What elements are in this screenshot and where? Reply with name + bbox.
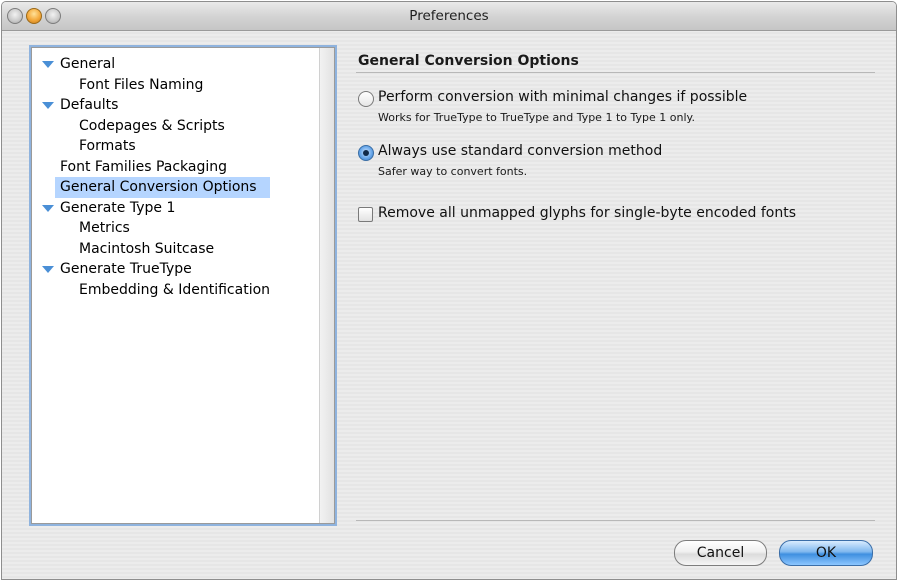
preferences-window: Preferences General Font Files Naming De… xyxy=(1,1,897,580)
sidebar-item-general[interactable]: General xyxy=(32,54,320,75)
sidebar-item-defaults[interactable]: Defaults xyxy=(32,95,320,116)
minimal-changes-label[interactable]: Perform conversion with minimal changes … xyxy=(378,89,747,105)
sidebar-item-generate-truetype[interactable]: Generate TrueType xyxy=(32,259,320,280)
preferences-outline[interactable]: General Font Files Naming Defaults Codep… xyxy=(31,47,335,524)
sidebar-item-label: Macintosh Suitcase xyxy=(79,240,215,257)
disclosure-triangle-icon[interactable] xyxy=(42,266,54,273)
minimal-changes-radio[interactable] xyxy=(358,91,374,107)
section-divider xyxy=(356,72,875,73)
standard-method-radio[interactable] xyxy=(358,145,374,161)
outline-tree: General Font Files Naming Defaults Codep… xyxy=(32,54,320,300)
sidebar-item-label: Generate TrueType xyxy=(60,261,192,277)
sidebar-item-label: General Conversion Options xyxy=(60,179,257,195)
title-bar[interactable]: Preferences xyxy=(2,2,896,31)
sidebar-item-formats[interactable]: Formats xyxy=(32,136,320,157)
sidebar-item-generate-type-1[interactable]: Generate Type 1 xyxy=(32,198,320,219)
sidebar-item-label: General xyxy=(60,56,116,72)
sidebar-item-label: Embedding & Identification xyxy=(79,281,271,298)
sidebar-item-label: Defaults xyxy=(60,97,119,113)
section-title: General Conversion Options xyxy=(358,53,579,69)
sidebar-item-metrics[interactable]: Metrics xyxy=(32,218,320,239)
footer-divider xyxy=(356,520,875,521)
sidebar-item-macintosh-suitcase[interactable]: Macintosh Suitcase xyxy=(32,239,320,260)
sidebar-item-general-conversion-options[interactable]: General Conversion Options xyxy=(55,177,270,198)
sidebar-item-label: Generate Type 1 xyxy=(60,199,176,216)
standard-method-label[interactable]: Always use standard conversion method xyxy=(378,143,662,159)
cancel-button[interactable]: Cancel xyxy=(674,540,767,566)
sidebar-item-label: Font Families Packaging xyxy=(60,158,228,175)
sidebar-item-codepages-scripts[interactable]: Codepages & Scripts xyxy=(32,116,320,137)
disclosure-triangle-icon[interactable] xyxy=(42,61,54,68)
disclosure-triangle-icon[interactable] xyxy=(42,102,54,109)
sidebar-item-label: Codepages & Scripts xyxy=(79,117,225,134)
sidebar-item-label: Metrics xyxy=(79,220,130,236)
sidebar-item-embedding-identification[interactable]: Embedding & Identification xyxy=(32,280,320,301)
window-title: Preferences xyxy=(409,8,489,24)
standard-method-description: Safer way to convert fonts. xyxy=(378,165,528,178)
sidebar-item-font-files-naming[interactable]: Font Files Naming xyxy=(32,75,320,96)
remove-unmapped-glyphs-label[interactable]: Remove all unmapped glyphs for single-by… xyxy=(378,205,796,221)
remove-unmapped-glyphs-checkbox[interactable] xyxy=(358,207,373,222)
disclosure-triangle-icon[interactable] xyxy=(42,204,54,212)
ok-button[interactable]: OK xyxy=(779,540,873,566)
sidebar-item-label: Formats xyxy=(79,138,136,154)
outline-scrollbar[interactable] xyxy=(319,48,334,523)
minimal-changes-description: Works for TrueType to TrueType and Type … xyxy=(378,111,695,124)
sidebar-item-font-families-packaging[interactable]: Font Families Packaging xyxy=(32,157,320,178)
sidebar-item-label: Font Files Naming xyxy=(79,76,204,93)
